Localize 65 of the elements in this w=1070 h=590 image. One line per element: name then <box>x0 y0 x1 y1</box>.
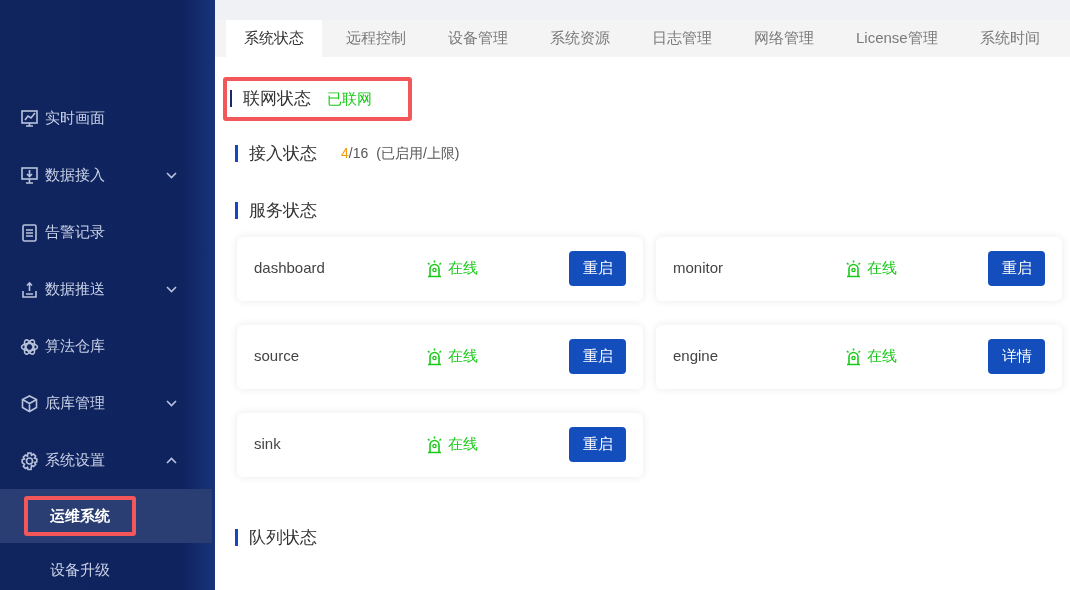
sidebar-item[interactable]: 底库管理 <box>0 375 215 432</box>
document-list-icon <box>20 222 39 243</box>
service-status: 在线 <box>448 258 478 279</box>
sidebar-item[interactable]: 系统设置 <box>0 432 215 489</box>
tab[interactable]: 远程控制 <box>328 20 424 57</box>
menu-label: 数据接入 <box>45 165 105 186</box>
tab[interactable]: 设备管理 <box>430 20 526 57</box>
atom-icon <box>20 336 39 357</box>
limit-note: (已启用/上限) <box>376 143 460 163</box>
service-status: 在线 <box>867 258 897 279</box>
section-title: 服务状态 <box>249 200 317 222</box>
action-button[interactable]: 详情 <box>988 339 1045 374</box>
settings-icon <box>20 450 39 471</box>
action-button[interactable]: 重启 <box>569 427 626 462</box>
alarm-light-icon <box>845 259 862 278</box>
action-button[interactable]: 重启 <box>569 339 626 374</box>
action-button[interactable]: 重启 <box>569 251 626 286</box>
tab[interactable]: 系统状态 <box>226 20 322 57</box>
menu-label: 实时画面 <box>45 108 105 129</box>
sidebar-item[interactable]: 数据推送 <box>0 261 215 318</box>
chevron-up-icon[interactable] <box>166 457 177 464</box>
action-button[interactable]: 重启 <box>988 251 1045 286</box>
alarm-light-icon <box>845 347 862 366</box>
menu-label: 算法仓库 <box>45 336 105 357</box>
section-title: 联网状态 <box>243 88 311 110</box>
service-status: 在线 <box>448 434 478 455</box>
alarm-light-icon <box>426 259 443 278</box>
chevron-down-icon[interactable] <box>166 400 177 407</box>
service-name: monitor <box>673 258 725 279</box>
sidebar-item[interactable]: 算法仓库 <box>0 318 215 375</box>
service-name: sink <box>254 434 282 455</box>
sidebar-item[interactable]: 实时画面 <box>0 90 215 147</box>
network-status: 已联网 <box>327 88 372 109</box>
service-name: dashboard <box>254 258 326 279</box>
limit-count: /16 <box>348 143 369 163</box>
service-name: engine <box>673 346 720 367</box>
service-name: source <box>254 346 301 367</box>
service-status: 在线 <box>448 346 478 367</box>
menu-label: 底库管理 <box>45 393 105 414</box>
menu-label: 数据推送 <box>45 279 105 300</box>
monitor-download-icon <box>20 165 39 186</box>
menu-label: 运维系统 <box>50 506 110 524</box>
section-title: 接入状态 <box>249 142 317 165</box>
tab[interactable]: 日志管理 <box>634 20 730 57</box>
menu-label: 告警记录 <box>45 222 105 243</box>
alarm-light-icon <box>426 347 443 366</box>
section-title: 队列状态 <box>249 526 317 549</box>
menu-label: 设备升级 <box>50 559 110 580</box>
monitor-chart-icon <box>20 108 39 129</box>
chevron-down-icon[interactable] <box>166 172 177 179</box>
used-count: 4 <box>341 143 349 163</box>
tray-upload-icon <box>20 279 39 300</box>
sidebar-item[interactable]: 告警记录 <box>0 204 215 261</box>
chevron-down-icon[interactable] <box>166 286 177 293</box>
sidebar-item[interactable]: 数据接入 <box>0 147 215 204</box>
tab[interactable]: 网络管理 <box>736 20 832 57</box>
submenu-item[interactable]: 设备升级 <box>0 543 215 590</box>
tab[interactable]: License管理 <box>838 20 956 57</box>
alarm-light-icon <box>426 435 443 454</box>
service-status: 在线 <box>867 346 897 367</box>
submenu-item[interactable]: 运维系统 <box>0 489 212 543</box>
tab[interactable]: 系统资源 <box>532 20 628 57</box>
tab[interactable]: 系统时间 <box>961 20 1058 57</box>
cube-icon <box>20 393 39 414</box>
menu-label: 系统设置 <box>45 450 105 471</box>
